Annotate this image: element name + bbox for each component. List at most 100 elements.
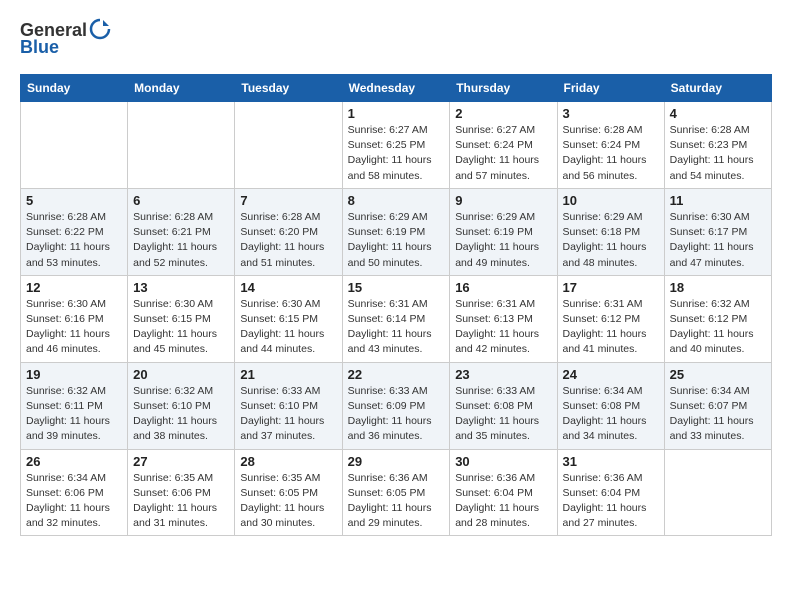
day-info: Sunrise: 6:30 AMSunset: 6:16 PMDaylight:…: [26, 298, 110, 356]
day-info: Sunrise: 6:32 AMSunset: 6:10 PMDaylight:…: [133, 385, 217, 443]
calendar-day-cell: 26 Sunrise: 6:34 AMSunset: 6:06 PMDaylig…: [21, 449, 128, 536]
calendar-day-cell: 14 Sunrise: 6:30 AMSunset: 6:15 PMDaylig…: [235, 275, 342, 362]
day-number: 8: [348, 193, 445, 208]
calendar-day-cell: [128, 102, 235, 189]
day-number: 17: [563, 280, 659, 295]
day-info: Sunrise: 6:29 AMSunset: 6:19 PMDaylight:…: [455, 211, 539, 269]
calendar-day-cell: 31 Sunrise: 6:36 AMSunset: 6:04 PMDaylig…: [557, 449, 664, 536]
day-number: 14: [240, 280, 336, 295]
day-info: Sunrise: 6:28 AMSunset: 6:24 PMDaylight:…: [563, 124, 647, 182]
day-number: 25: [670, 367, 766, 382]
calendar-week-row: 12 Sunrise: 6:30 AMSunset: 6:16 PMDaylig…: [21, 275, 772, 362]
day-info: Sunrise: 6:27 AMSunset: 6:25 PMDaylight:…: [348, 124, 432, 182]
day-info: Sunrise: 6:35 AMSunset: 6:06 PMDaylight:…: [133, 472, 217, 530]
weekday-header-row: SundayMondayTuesdayWednesdayThursdayFrid…: [21, 75, 772, 102]
day-number: 16: [455, 280, 551, 295]
calendar-day-cell: 2 Sunrise: 6:27 AMSunset: 6:24 PMDayligh…: [450, 102, 557, 189]
day-info: Sunrise: 6:28 AMSunset: 6:20 PMDaylight:…: [240, 211, 324, 269]
day-number: 27: [133, 454, 229, 469]
day-number: 29: [348, 454, 445, 469]
day-info: Sunrise: 6:30 AMSunset: 6:15 PMDaylight:…: [240, 298, 324, 356]
day-info: Sunrise: 6:36 AMSunset: 6:05 PMDaylight:…: [348, 472, 432, 530]
day-info: Sunrise: 6:29 AMSunset: 6:18 PMDaylight:…: [563, 211, 647, 269]
day-info: Sunrise: 6:31 AMSunset: 6:12 PMDaylight:…: [563, 298, 647, 356]
calendar-day-cell: 25 Sunrise: 6:34 AMSunset: 6:07 PMDaylig…: [664, 362, 771, 449]
calendar-day-cell: [664, 449, 771, 536]
weekday-header: Wednesday: [342, 75, 450, 102]
calendar-day-cell: 28 Sunrise: 6:35 AMSunset: 6:05 PMDaylig…: [235, 449, 342, 536]
calendar-day-cell: 17 Sunrise: 6:31 AMSunset: 6:12 PMDaylig…: [557, 275, 664, 362]
weekday-header: Friday: [557, 75, 664, 102]
day-number: 22: [348, 367, 445, 382]
calendar-day-cell: [235, 102, 342, 189]
day-info: Sunrise: 6:30 AMSunset: 6:17 PMDaylight:…: [670, 211, 754, 269]
day-info: Sunrise: 6:34 AMSunset: 6:07 PMDaylight:…: [670, 385, 754, 443]
day-number: 23: [455, 367, 551, 382]
calendar-week-row: 19 Sunrise: 6:32 AMSunset: 6:11 PMDaylig…: [21, 362, 772, 449]
calendar-day-cell: 9 Sunrise: 6:29 AMSunset: 6:19 PMDayligh…: [450, 188, 557, 275]
weekday-header: Saturday: [664, 75, 771, 102]
day-number: 18: [670, 280, 766, 295]
day-info: Sunrise: 6:34 AMSunset: 6:08 PMDaylight:…: [563, 385, 647, 443]
day-number: 12: [26, 280, 122, 295]
day-number: 7: [240, 193, 336, 208]
calendar-day-cell: 12 Sunrise: 6:30 AMSunset: 6:16 PMDaylig…: [21, 275, 128, 362]
logo-icon: [89, 18, 111, 40]
day-number: 11: [670, 193, 766, 208]
calendar-week-row: 5 Sunrise: 6:28 AMSunset: 6:22 PMDayligh…: [21, 188, 772, 275]
calendar-day-cell: 8 Sunrise: 6:29 AMSunset: 6:19 PMDayligh…: [342, 188, 450, 275]
logo-blue: Blue: [20, 37, 59, 58]
day-info: Sunrise: 6:29 AMSunset: 6:19 PMDaylight:…: [348, 211, 432, 269]
calendar-day-cell: 21 Sunrise: 6:33 AMSunset: 6:10 PMDaylig…: [235, 362, 342, 449]
calendar-day-cell: 16 Sunrise: 6:31 AMSunset: 6:13 PMDaylig…: [450, 275, 557, 362]
calendar-day-cell: 23 Sunrise: 6:33 AMSunset: 6:08 PMDaylig…: [450, 362, 557, 449]
day-info: Sunrise: 6:35 AMSunset: 6:05 PMDaylight:…: [240, 472, 324, 530]
weekday-header: Tuesday: [235, 75, 342, 102]
day-info: Sunrise: 6:33 AMSunset: 6:09 PMDaylight:…: [348, 385, 432, 443]
calendar-day-cell: 10 Sunrise: 6:29 AMSunset: 6:18 PMDaylig…: [557, 188, 664, 275]
calendar-week-row: 26 Sunrise: 6:34 AMSunset: 6:06 PMDaylig…: [21, 449, 772, 536]
calendar-day-cell: 4 Sunrise: 6:28 AMSunset: 6:23 PMDayligh…: [664, 102, 771, 189]
day-number: 20: [133, 367, 229, 382]
weekday-header: Monday: [128, 75, 235, 102]
calendar-day-cell: 29 Sunrise: 6:36 AMSunset: 6:05 PMDaylig…: [342, 449, 450, 536]
calendar-day-cell: 3 Sunrise: 6:28 AMSunset: 6:24 PMDayligh…: [557, 102, 664, 189]
calendar-week-row: 1 Sunrise: 6:27 AMSunset: 6:25 PMDayligh…: [21, 102, 772, 189]
day-number: 30: [455, 454, 551, 469]
day-number: 5: [26, 193, 122, 208]
day-number: 24: [563, 367, 659, 382]
calendar-day-cell: 27 Sunrise: 6:35 AMSunset: 6:06 PMDaylig…: [128, 449, 235, 536]
calendar-day-cell: 13 Sunrise: 6:30 AMSunset: 6:15 PMDaylig…: [128, 275, 235, 362]
day-info: Sunrise: 6:30 AMSunset: 6:15 PMDaylight:…: [133, 298, 217, 356]
day-number: 2: [455, 106, 551, 121]
calendar-day-cell: 15 Sunrise: 6:31 AMSunset: 6:14 PMDaylig…: [342, 275, 450, 362]
day-info: Sunrise: 6:28 AMSunset: 6:22 PMDaylight:…: [26, 211, 110, 269]
calendar-day-cell: 20 Sunrise: 6:32 AMSunset: 6:10 PMDaylig…: [128, 362, 235, 449]
calendar-day-cell: 11 Sunrise: 6:30 AMSunset: 6:17 PMDaylig…: [664, 188, 771, 275]
day-number: 9: [455, 193, 551, 208]
calendar-day-cell: [21, 102, 128, 189]
day-number: 21: [240, 367, 336, 382]
calendar-day-cell: 18 Sunrise: 6:32 AMSunset: 6:12 PMDaylig…: [664, 275, 771, 362]
calendar-day-cell: 7 Sunrise: 6:28 AMSunset: 6:20 PMDayligh…: [235, 188, 342, 275]
day-info: Sunrise: 6:32 AMSunset: 6:12 PMDaylight:…: [670, 298, 754, 356]
calendar-day-cell: 6 Sunrise: 6:28 AMSunset: 6:21 PMDayligh…: [128, 188, 235, 275]
weekday-header: Thursday: [450, 75, 557, 102]
calendar-day-cell: 24 Sunrise: 6:34 AMSunset: 6:08 PMDaylig…: [557, 362, 664, 449]
logo: General Blue: [20, 20, 111, 58]
day-number: 19: [26, 367, 122, 382]
calendar-day-cell: 5 Sunrise: 6:28 AMSunset: 6:22 PMDayligh…: [21, 188, 128, 275]
day-number: 13: [133, 280, 229, 295]
day-info: Sunrise: 6:31 AMSunset: 6:13 PMDaylight:…: [455, 298, 539, 356]
day-info: Sunrise: 6:31 AMSunset: 6:14 PMDaylight:…: [348, 298, 432, 356]
day-number: 1: [348, 106, 445, 121]
day-info: Sunrise: 6:33 AMSunset: 6:10 PMDaylight:…: [240, 385, 324, 443]
calendar-day-cell: 22 Sunrise: 6:33 AMSunset: 6:09 PMDaylig…: [342, 362, 450, 449]
day-info: Sunrise: 6:33 AMSunset: 6:08 PMDaylight:…: [455, 385, 539, 443]
day-number: 3: [563, 106, 659, 121]
day-number: 6: [133, 193, 229, 208]
page-header: General Blue: [20, 20, 772, 58]
day-info: Sunrise: 6:32 AMSunset: 6:11 PMDaylight:…: [26, 385, 110, 443]
day-number: 4: [670, 106, 766, 121]
weekday-header: Sunday: [21, 75, 128, 102]
